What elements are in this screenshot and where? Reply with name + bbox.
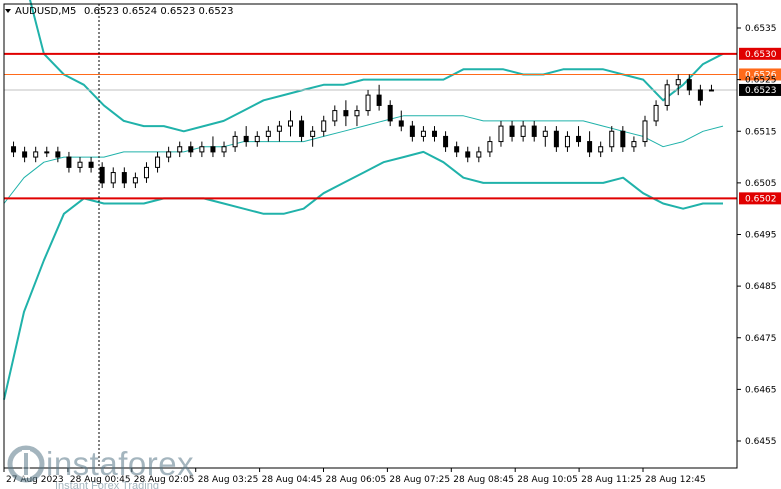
price-tick-label: 0.6475	[745, 334, 777, 344]
candle-body	[675, 79, 681, 86]
candle-body	[454, 146, 460, 153]
candle-body	[33, 151, 39, 158]
price-tick-label: 0.6525	[745, 76, 777, 86]
time-tick-label: 28 Aug 07:25	[389, 475, 450, 485]
candle-body	[465, 151, 471, 158]
header: AUDUSD,M5 0.6523 0.6524 0.6523 0.6523	[5, 6, 234, 17]
candle-body	[631, 141, 637, 148]
time-tick-label: 28 Aug 08:45	[453, 475, 514, 485]
candle-body	[653, 104, 659, 122]
candle-body	[531, 125, 537, 137]
price-tick-label: 0.6535	[745, 24, 777, 34]
candle-body	[166, 151, 172, 158]
time-tick-label: 28 Aug 10:05	[517, 475, 578, 485]
candle-body	[664, 84, 670, 106]
candle-body	[221, 146, 227, 153]
candle-body	[354, 110, 360, 117]
candle-body	[387, 104, 393, 122]
candle-body	[587, 141, 593, 153]
candle-body	[44, 151, 50, 154]
time-tick-label: 28 Aug 12:45	[645, 475, 706, 485]
price-tick-label: 0.6495	[745, 231, 777, 241]
instaforex-logo-icon	[7, 445, 45, 483]
candle-body	[321, 120, 327, 132]
candle-body	[686, 79, 692, 91]
chart-window: 0.6530 0.6526 0.6502 0.6523 0.6535 0.6525 0.6…	[0, 0, 781, 489]
brand-tagline: Instant Forex Trading	[55, 480, 159, 489]
candle-body	[243, 135, 249, 143]
candle-body	[409, 125, 415, 137]
candle-body	[99, 166, 105, 184]
candle-body	[365, 94, 371, 112]
candle-body	[276, 125, 282, 132]
time-tick-label: 28 Aug 06:05	[326, 475, 387, 485]
candle-body	[155, 156, 161, 168]
candle-body	[376, 94, 382, 106]
symbol-label: AUDUSD,M5	[15, 6, 76, 17]
candle-body	[576, 135, 582, 143]
candle-body	[420, 130, 426, 137]
candle-body	[476, 151, 482, 158]
candle-body	[697, 89, 703, 101]
candle-body	[265, 130, 271, 137]
candle-body	[199, 146, 205, 153]
candle-body	[398, 120, 404, 127]
candle-body	[55, 151, 61, 158]
candle-body	[110, 172, 116, 184]
price-chart[interactable]: 0.65300.65260.65020.6523 0.65350.65250.6…	[0, 0, 781, 489]
candle-body	[66, 156, 72, 168]
candle-body	[332, 110, 338, 122]
ohlc-values: 0.6523 0.6524 0.6523 0.6523	[84, 6, 234, 17]
brand-name: instaforex	[46, 445, 195, 482]
candle-body	[443, 135, 449, 148]
candle-body	[132, 177, 138, 184]
candle-body	[708, 89, 714, 92]
time-tick-label: 28 Aug 04:45	[262, 475, 323, 485]
price-tick-label: 0.6505	[745, 179, 777, 189]
candle-body	[287, 120, 293, 127]
candle-body	[143, 166, 149, 179]
current-price-label: 0.6523	[745, 86, 777, 96]
candle-body	[299, 120, 305, 137]
resistance-price-label: 0.6530	[745, 50, 777, 60]
candle-body	[642, 120, 648, 143]
chart-background	[0, 0, 781, 489]
candle-body	[609, 130, 615, 148]
candle-body	[210, 146, 216, 153]
candle-body	[343, 110, 349, 117]
price-tick-label: 0.6515	[745, 127, 777, 137]
time-tick-label: 28 Aug 11:25	[581, 475, 642, 485]
support-price-label: 0.6502	[745, 194, 777, 204]
candle-body	[487, 141, 493, 153]
price-tick-label: 0.6465	[745, 385, 777, 395]
candle-body	[553, 130, 559, 148]
price-tick-label: 0.6485	[745, 282, 777, 292]
candle-body	[188, 146, 194, 153]
time-tick-label: 28 Aug 03:25	[198, 475, 259, 485]
candle-body	[310, 130, 316, 137]
candle-body	[77, 161, 83, 168]
candle-body	[620, 130, 626, 148]
candle-body	[542, 130, 548, 137]
candle-body	[177, 146, 183, 153]
candle-body	[564, 135, 570, 148]
candle-body	[121, 172, 127, 184]
candle-body	[598, 146, 604, 153]
watermark: instaforex Instant Forex Trading	[6, 444, 195, 489]
candle-body	[11, 146, 17, 153]
candle-body	[498, 125, 504, 143]
candle-body	[22, 151, 28, 158]
candle-body	[432, 130, 438, 137]
candle-body	[88, 161, 94, 168]
candle-body	[232, 135, 238, 148]
candle-body	[254, 135, 260, 143]
candle-body	[509, 125, 515, 137]
price-tick-label: 0.6455	[745, 437, 777, 447]
candle-body	[520, 125, 526, 137]
